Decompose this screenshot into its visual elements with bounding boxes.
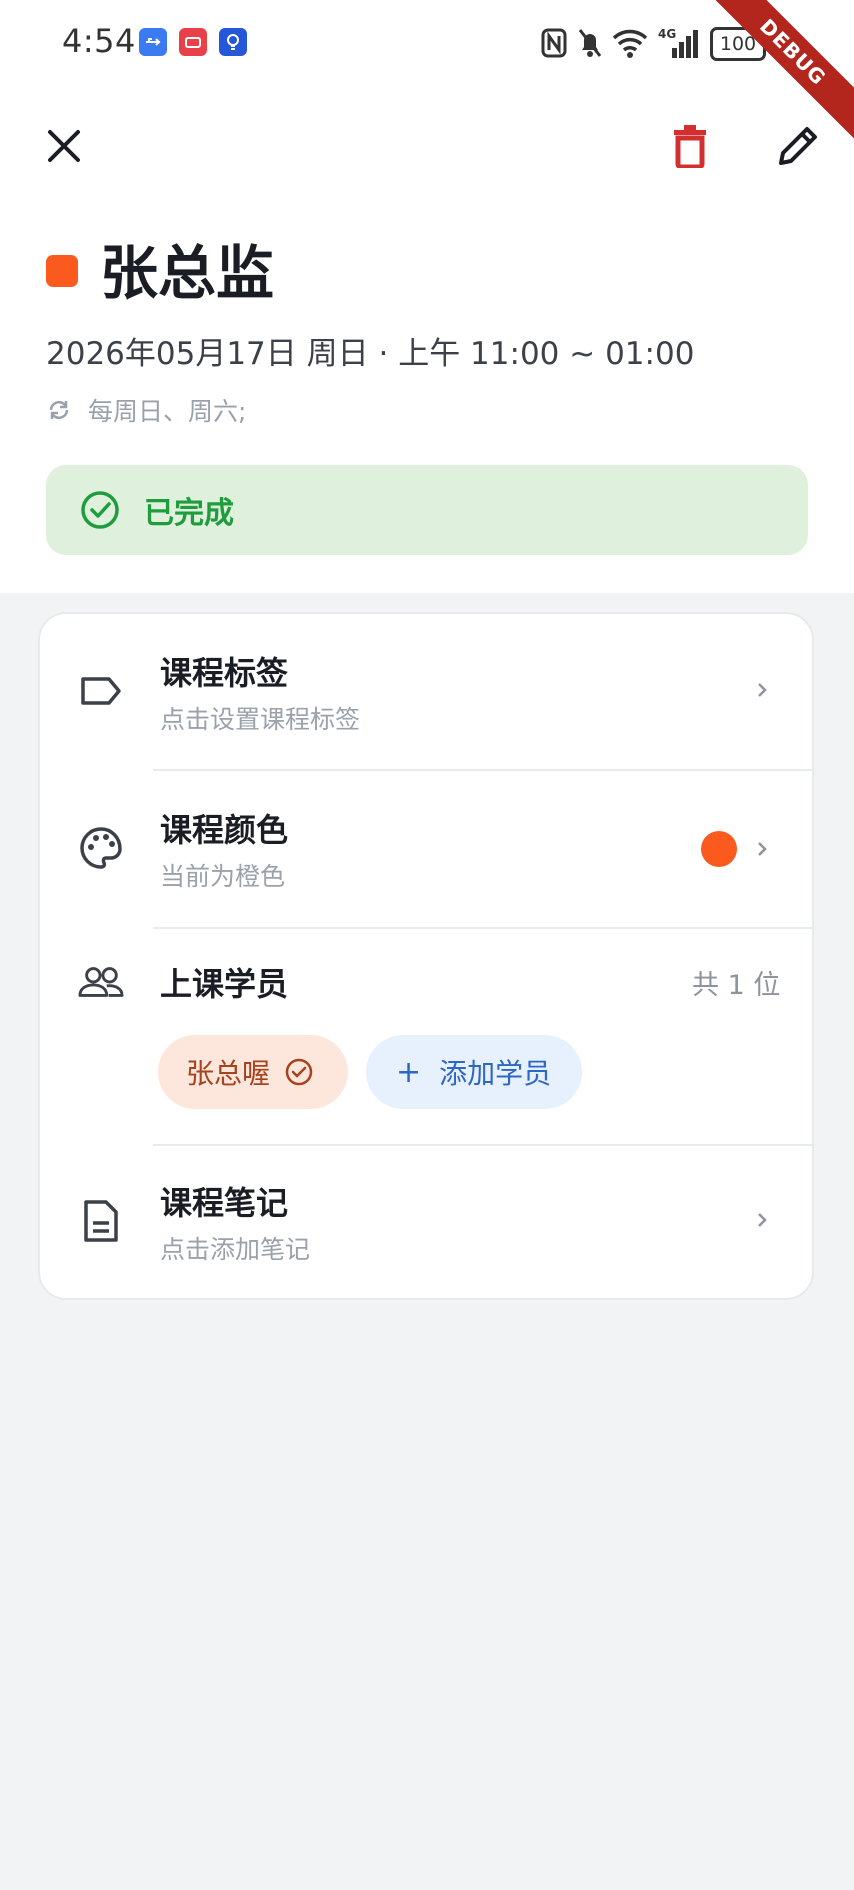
row-title: 课程颜色 [160,811,289,849]
usb-notification-icon [139,28,167,56]
edit-button[interactable] [770,118,826,174]
student-chip[interactable]: 张总喔 [158,1035,348,1109]
course-settings-card: 课程标签 点击设置课程标签 课程颜色 当前为橙色 上课学员 共 1 位 张总喔 … [38,612,814,1300]
tag-icon [78,668,124,714]
chevron-right-icon [758,1213,767,1227]
wifi-icon [612,29,648,58]
course-title: 张总监 [100,239,275,307]
repeat-rule: 每周日、周六; [46,392,246,428]
mute-bell-icon [578,29,602,57]
bulb-notification-icon [219,28,247,56]
pencil-icon [779,127,817,165]
nfc-icon [541,28,567,58]
close-button[interactable] [36,118,92,174]
trash-icon [674,125,706,168]
delete-button[interactable] [662,118,718,174]
row-title: 课程笔记 [160,1184,289,1222]
plus-icon: + [396,1054,422,1090]
chevron-right-icon [758,842,767,856]
add-student-label: 添加学员 [439,1057,552,1090]
repeat-icon [49,401,69,419]
row-subtitle: 当前为橙色 [160,862,286,891]
palette-icon [78,825,124,871]
status-completed-banner[interactable]: 已完成 [46,465,808,555]
document-icon [78,1198,124,1244]
course-students-row: 上课学员 共 1 位 张总喔 + 添加学员 [40,929,812,1144]
app-notification-icon [179,28,207,56]
repeat-text: 每周日、周六; [88,397,247,426]
student-name: 张总喔 [186,1057,271,1090]
check-circle-icon [285,1058,313,1086]
signal-4g-icon: 4G [658,27,698,58]
check-circle-icon [81,491,119,529]
current-color-swatch [701,831,737,867]
row-title: 课程标签 [160,654,289,692]
course-tags-row[interactable]: 课程标签 点击设置课程标签 [40,614,812,769]
group-icon [78,959,124,1005]
status-label: 已完成 [144,496,234,531]
status-bar: 4:54 4G 100 DEBUG [0,0,854,147]
add-student-button[interactable]: + 添加学员 [366,1035,582,1109]
course-color-row[interactable]: 课程颜色 当前为橙色 [40,771,812,927]
close-icon [48,130,80,162]
row-subtitle: 点击添加笔记 [160,1235,311,1264]
course-notes-row[interactable]: 课程笔记 点击添加笔记 [40,1146,812,1298]
student-count: 共 1 位 [692,970,781,1001]
course-datetime: 2026年05月17日 周日 · 上午 11:00 ~ 01:00 [46,336,695,372]
course-color-indicator [46,255,78,287]
svg-text:4G: 4G [658,27,676,41]
row-title: 上课学员 [160,965,289,1003]
row-subtitle: 点击设置课程标签 [160,705,361,734]
chevron-right-icon [758,683,767,697]
status-time: 4:54 [62,22,136,60]
